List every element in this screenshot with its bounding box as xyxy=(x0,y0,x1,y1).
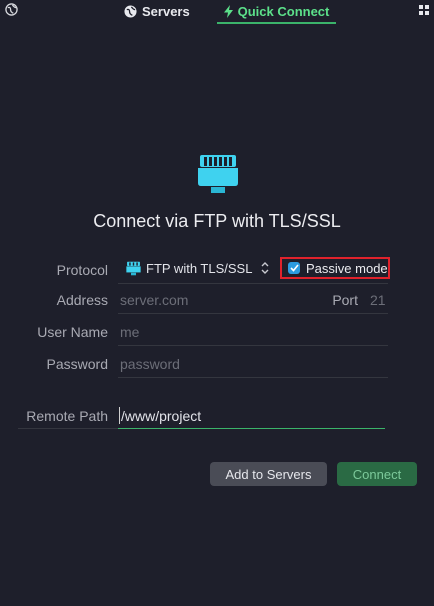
divider xyxy=(18,428,118,429)
remote-path-field[interactable]: /www/project xyxy=(121,408,381,424)
remote-path-focus-underline xyxy=(118,428,385,429)
divider xyxy=(118,283,388,284)
lightning-icon xyxy=(223,4,233,18)
top-tab-bar: Servers Quick Connect xyxy=(0,0,434,24)
passive-mode-checkbox[interactable]: Passive mode xyxy=(280,257,390,279)
address-label: Address xyxy=(56,292,108,308)
tab-quick-connect-label: Quick Connect xyxy=(237,3,330,19)
username-label: User Name xyxy=(37,324,108,340)
checkbox[interactable] xyxy=(288,262,300,274)
add-to-servers-button[interactable]: Add to Servers xyxy=(210,462,327,486)
divider xyxy=(118,313,388,314)
ethernet-port-icon xyxy=(198,155,238,193)
password-field[interactable]: password xyxy=(120,356,380,372)
text-caret xyxy=(119,407,120,424)
page-title: Connect via FTP with TLS/SSL xyxy=(93,211,341,231)
username-field[interactable]: me xyxy=(120,324,380,340)
protocol-select[interactable]: FTP with TLS/SSL xyxy=(126,258,270,278)
protocol-value: FTP with TLS/SSL xyxy=(146,260,253,276)
divider xyxy=(118,345,388,346)
tab-servers[interactable]: Servers xyxy=(124,0,190,22)
ethernet-port-icon xyxy=(126,261,141,275)
divider xyxy=(118,377,388,378)
password-label: Password xyxy=(46,356,108,372)
globe-icon xyxy=(124,4,137,18)
tab-servers-label: Servers xyxy=(142,3,190,19)
protocol-label: Protocol xyxy=(56,262,108,278)
checkmark-icon xyxy=(289,264,299,272)
address-field[interactable]: server.com xyxy=(120,292,310,308)
passive-mode-label: Passive mode xyxy=(306,260,388,276)
remote-path-label: Remote Path xyxy=(26,408,108,424)
updown-chevron-icon xyxy=(261,262,269,274)
tab-quick-connect[interactable]: Quick Connect xyxy=(217,0,336,24)
port-label: Port xyxy=(332,292,358,308)
port-field[interactable]: 21 xyxy=(370,292,390,308)
grid-icon[interactable] xyxy=(419,5,429,15)
connect-button[interactable]: Connect xyxy=(337,462,417,486)
globe-icon[interactable] xyxy=(5,3,18,16)
